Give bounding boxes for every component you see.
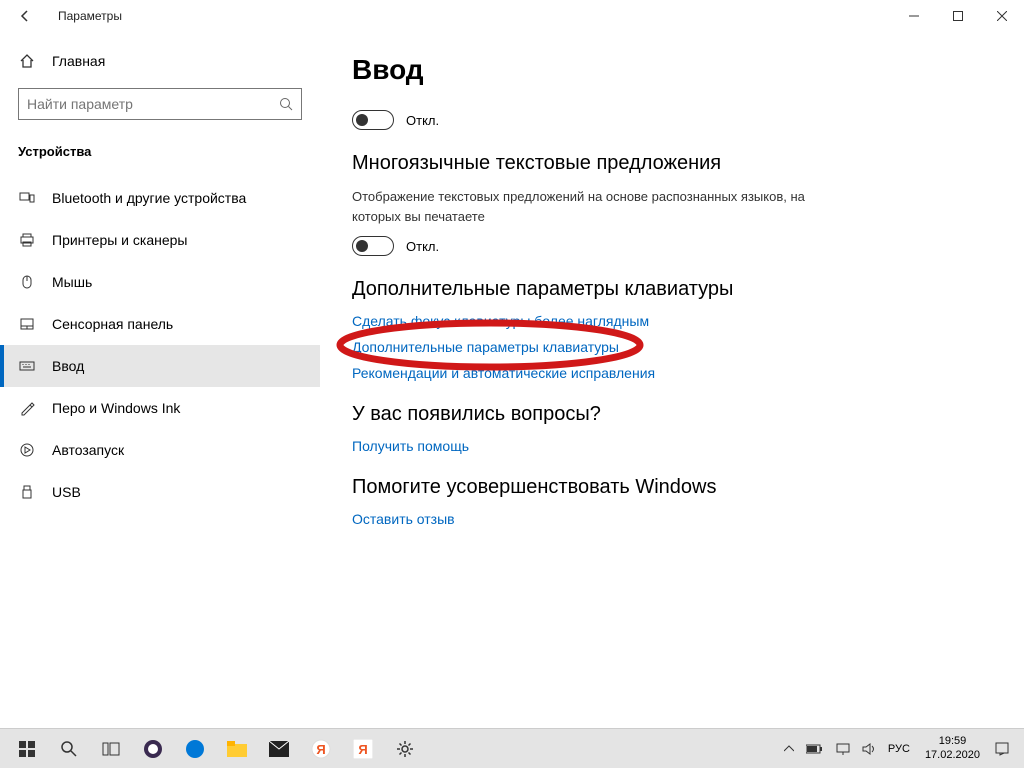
window-controls <box>892 0 1024 32</box>
minimize-button[interactable] <box>892 0 936 32</box>
toggle-switch[interactable] <box>352 110 394 130</box>
titlebar: Параметры <box>0 0 1024 32</box>
sidebar-home[interactable]: Главная <box>0 44 320 78</box>
sidebar-item-label: Мышь <box>52 274 92 290</box>
sidebar: Главная Устройства Bluetooth и другие ус… <box>0 32 320 728</box>
usb-icon <box>18 483 36 501</box>
taskbar-app-explorer[interactable] <box>216 729 258 769</box>
search-button[interactable] <box>48 729 90 769</box>
main-content: Ввод Откл. Многоязычные текстовые предло… <box>320 32 1024 728</box>
tray-date: 17.02.2020 <box>925 749 980 762</box>
toggle-suggestions[interactable]: Откл. <box>352 110 984 130</box>
window-title: Параметры <box>58 9 122 23</box>
taskbar-app-mail[interactable] <box>258 729 300 769</box>
pen-icon <box>18 399 36 417</box>
devices-icon <box>18 189 36 207</box>
home-icon <box>18 52 36 70</box>
tray-time: 19:59 <box>925 735 980 748</box>
feedback-heading: Помогите усовершенствовать Windows <box>352 476 984 499</box>
sidebar-home-label: Главная <box>52 53 105 69</box>
taskbar-app-edge[interactable] <box>174 729 216 769</box>
sidebar-item-label: Сенсорная панель <box>52 316 173 332</box>
close-button[interactable] <box>980 0 1024 32</box>
link-keyboard-focus[interactable]: Сделать фокус клавиатуры более наглядным <box>352 313 984 329</box>
link-advanced-keyboard[interactable]: Дополнительные параметры клавиатуры <box>352 339 984 355</box>
sidebar-item-label: Автозапуск <box>52 442 124 458</box>
sidebar-item-touchpad[interactable]: Сенсорная панель <box>0 303 320 345</box>
sidebar-item-label: USB <box>52 484 81 500</box>
sidebar-item-usb[interactable]: USB <box>0 471 320 513</box>
touchpad-icon <box>18 315 36 333</box>
taskbar-app-settings[interactable] <box>384 729 426 769</box>
printer-icon <box>18 231 36 249</box>
taskbar-app-yandex2[interactable]: Я <box>342 729 384 769</box>
search-box[interactable] <box>18 88 302 120</box>
tray-clock[interactable]: 19:59 17.02.2020 <box>919 735 986 761</box>
back-icon[interactable] <box>18 9 42 23</box>
toggle-label: Откл. <box>406 113 439 128</box>
tray-chevron-icon[interactable] <box>781 744 797 754</box>
sidebar-item-autoplay[interactable]: Автозапуск <box>0 429 320 471</box>
tray-lang[interactable]: РУС <box>885 743 913 755</box>
help-heading: У вас появились вопросы? <box>352 403 984 426</box>
tray-notifications-icon[interactable] <box>992 742 1012 756</box>
page-title: Ввод <box>352 54 984 86</box>
tray-volume-icon[interactable] <box>859 743 879 755</box>
advkb-heading: Дополнительные параметры клавиатуры <box>352 278 984 301</box>
search-input[interactable] <box>27 96 279 112</box>
svg-text:Я: Я <box>316 742 325 757</box>
sidebar-item-pen[interactable]: Перо и Windows Ink <box>0 387 320 429</box>
svg-text:Я: Я <box>358 742 367 757</box>
maximize-button[interactable] <box>936 0 980 32</box>
multilang-desc: Отображение текстовых предложений на осн… <box>352 187 832 226</box>
system-tray: РУС 19:59 17.02.2020 <box>781 735 1018 761</box>
sidebar-item-typing[interactable]: Ввод <box>0 345 320 387</box>
sidebar-item-printers[interactable]: Принтеры и сканеры <box>0 219 320 261</box>
mouse-icon <box>18 273 36 291</box>
link-autocorrect[interactable]: Рекомендации и автоматические исправлени… <box>352 365 984 381</box>
keyboard-icon <box>18 357 36 375</box>
search-icon <box>279 97 293 111</box>
autoplay-icon <box>18 441 36 459</box>
taskbar-app-alice[interactable] <box>132 729 174 769</box>
sidebar-item-label: Ввод <box>52 358 84 374</box>
taskbar: Я Я РУС 19:59 17.02.2020 <box>0 728 1024 768</box>
tray-network-icon[interactable] <box>833 743 853 755</box>
multilang-heading: Многоязычные текстовые предложения <box>352 152 984 175</box>
sidebar-item-bluetooth[interactable]: Bluetooth и другие устройства <box>0 177 320 219</box>
taskbar-app-yandex[interactable]: Я <box>300 729 342 769</box>
taskview-button[interactable] <box>90 729 132 769</box>
sidebar-item-mouse[interactable]: Мышь <box>0 261 320 303</box>
toggle-multilang[interactable]: Откл. <box>352 236 984 256</box>
sidebar-item-label: Перо и Windows Ink <box>52 400 180 416</box>
link-feedback[interactable]: Оставить отзыв <box>352 511 984 527</box>
toggle-switch[interactable] <box>352 236 394 256</box>
toggle-label: Откл. <box>406 239 439 254</box>
link-get-help[interactable]: Получить помощь <box>352 438 984 454</box>
sidebar-item-label: Принтеры и сканеры <box>52 232 187 248</box>
start-button[interactable] <box>6 729 48 769</box>
sidebar-category: Устройства <box>0 134 320 165</box>
sidebar-item-label: Bluetooth и другие устройства <box>52 190 246 206</box>
tray-battery-icon[interactable] <box>803 744 827 754</box>
